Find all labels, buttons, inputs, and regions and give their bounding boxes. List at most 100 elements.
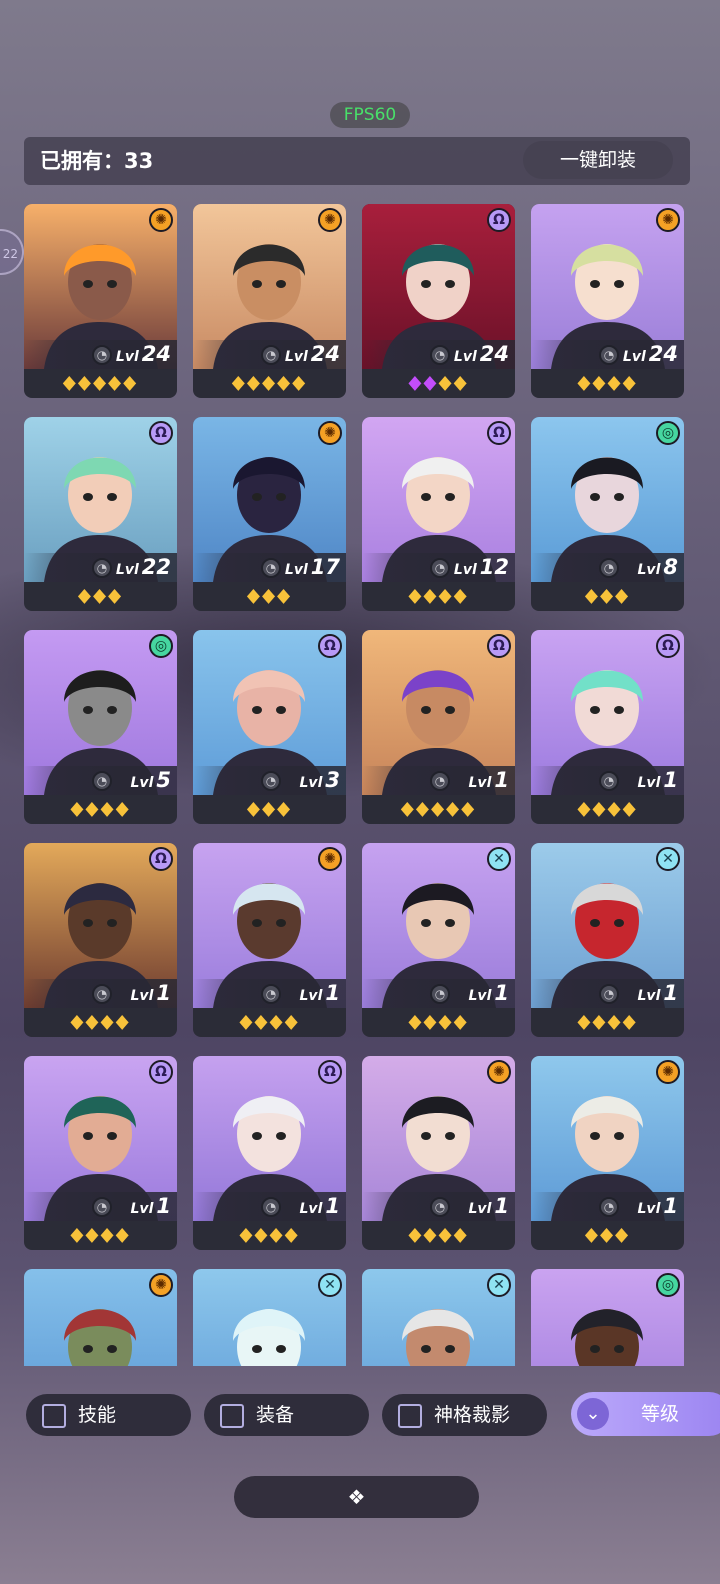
star-rating: ◆◆◆◆ xyxy=(531,370,684,397)
spiral-element-icon: ◎ xyxy=(656,1273,680,1297)
filter-skill-toggle[interactable]: 技能 xyxy=(26,1394,191,1436)
gold-gem-icon: ◆ xyxy=(100,797,116,821)
hero-card[interactable]: ✺ ◔ Lvl 24 ◆◆◆◆◆ xyxy=(193,204,346,398)
cross-element-icon: ✕ xyxy=(487,1273,511,1297)
gold-gem-icon: ◆ xyxy=(277,371,293,395)
hero-card[interactable]: Ω ◔ Lvl 1 ◆◆◆◆ xyxy=(24,843,177,1037)
checkbox-icon xyxy=(398,1404,422,1428)
hero-card[interactable]: ✕ xyxy=(193,1269,346,1366)
gold-gem-icon: ◆ xyxy=(70,1010,86,1034)
hero-card[interactable]: Ω ◔ Lvl 1 ◆◆◆◆ xyxy=(193,1056,346,1250)
diamond-cluster-icon: ❖ xyxy=(347,1485,366,1509)
unequip-all-button[interactable]: 一键卸装 xyxy=(523,141,673,179)
hero-card[interactable]: ✺ xyxy=(24,1269,177,1366)
gold-gem-icon: ◆ xyxy=(577,1010,593,1034)
equipment-slot-icon: ◔ xyxy=(261,345,281,365)
gold-gem-icon: ◆ xyxy=(446,797,462,821)
gold-gem-icon: ◆ xyxy=(453,1223,469,1247)
hero-level: Lvl 24 xyxy=(454,340,509,369)
sun-element-icon: ✺ xyxy=(656,208,680,232)
gold-gem-icon: ◆ xyxy=(622,797,638,821)
hero-card[interactable]: Ω ◔ Lvl 1 ◆◆◆◆ xyxy=(531,630,684,824)
gold-gem-icon: ◆ xyxy=(269,1223,285,1247)
hero-level: Lvl 3 xyxy=(300,766,340,795)
gold-gem-icon: ◆ xyxy=(607,1010,623,1034)
gold-gem-icon: ◆ xyxy=(123,371,139,395)
level-label: Lvl xyxy=(637,775,661,791)
gold-gem-icon: ◆ xyxy=(246,584,262,608)
filter-equipment-label: 装备 xyxy=(256,1404,295,1426)
omega-element-icon: Ω xyxy=(149,1060,173,1084)
gold-gem-icon: ◆ xyxy=(246,797,262,821)
gold-gem-icon: ◆ xyxy=(246,371,262,395)
collection-header: 已拥有：33 一键卸装 xyxy=(24,137,690,185)
gold-gem-icon: ◆ xyxy=(284,1010,300,1034)
hero-card[interactable]: ◎ xyxy=(531,1269,684,1366)
hero-card[interactable]: ✺ ◔ Lvl 1 ◆◆◆◆ xyxy=(193,843,346,1037)
hero-card[interactable]: ✺ ◔ Lvl 1 ◆◆◆◆ xyxy=(362,1056,515,1250)
hero-card[interactable]: ✕ ◔ Lvl 1 ◆◆◆◆ xyxy=(362,843,515,1037)
level-label: Lvl xyxy=(637,562,661,578)
gold-gem-icon: ◆ xyxy=(70,1223,86,1247)
hero-card[interactable]: ✺ ◔ Lvl 1 ◆◆◆ xyxy=(531,1056,684,1250)
filter-divinity-label: 神格裁影 xyxy=(434,1404,511,1426)
hero-card[interactable]: ◎ ◔ Lvl 8 ◆◆◆ xyxy=(531,417,684,611)
level-label: Lvl xyxy=(299,1201,323,1217)
hero-card[interactable]: Ω ◔ Lvl 22 ◆◆◆ xyxy=(24,417,177,611)
gold-gem-icon: ◆ xyxy=(108,584,124,608)
level-label: Lvl xyxy=(284,562,308,578)
gold-gem-icon: ◆ xyxy=(277,584,293,608)
equipment-slot-icon: ◔ xyxy=(92,1197,112,1217)
gold-gem-icon: ◆ xyxy=(62,371,78,395)
level-value: 1 xyxy=(325,1194,340,1218)
gold-gem-icon: ◆ xyxy=(92,584,109,608)
star-rating: ◆◆◆ xyxy=(24,583,177,610)
hero-card[interactable]: ✺ ◔ Lvl 24 ◆◆◆◆ xyxy=(531,204,684,398)
hero-card[interactable]: ◎ ◔ Lvl 5 ◆◆◆◆ xyxy=(24,630,177,824)
gold-gem-icon: ◆ xyxy=(239,1223,255,1247)
gold-gem-icon: ◆ xyxy=(438,371,454,395)
gold-gem-icon: ◆ xyxy=(430,797,447,821)
sort-by-level-button[interactable]: ⌄ 等级 xyxy=(571,1392,720,1436)
level-label: Lvl xyxy=(115,562,139,578)
hero-level: Lvl 24 xyxy=(285,340,340,369)
hero-card[interactable]: Ω ◔ Lvl 3 ◆◆◆ xyxy=(193,630,346,824)
gold-gem-icon: ◆ xyxy=(408,1010,424,1034)
level-value: 1 xyxy=(494,1194,509,1218)
purple-gem-icon: ◆ xyxy=(408,371,424,395)
gold-gem-icon: ◆ xyxy=(115,797,131,821)
star-rating: ◆◆◆◆ xyxy=(362,370,515,397)
gold-gem-icon: ◆ xyxy=(92,371,109,395)
equipment-slot-icon: ◔ xyxy=(430,984,450,1004)
hero-card[interactable]: ✕ ◔ Lvl 1 ◆◆◆◆ xyxy=(531,843,684,1037)
hero-card[interactable]: ✕ xyxy=(362,1269,515,1366)
collapse-button[interactable]: ❖ xyxy=(234,1476,479,1518)
level-value: 24 xyxy=(310,342,340,366)
hero-level: Lvl 1 xyxy=(638,1192,678,1221)
level-label: Lvl xyxy=(637,1201,661,1217)
gold-gem-icon: ◆ xyxy=(438,1010,454,1034)
hero-card[interactable]: Ω ◔ Lvl 24 ◆◆◆◆ xyxy=(362,204,515,398)
gold-gem-icon: ◆ xyxy=(438,1223,454,1247)
gold-gem-icon: ◆ xyxy=(108,371,124,395)
hero-card[interactable]: Ω ◔ Lvl 12 ◆◆◆◆ xyxy=(362,417,515,611)
hero-card[interactable]: Ω ◔ Lvl 1 ◆◆◆◆◆ xyxy=(362,630,515,824)
filter-divinity-toggle[interactable]: 神格裁影 xyxy=(382,1394,547,1436)
spiral-element-icon: ◎ xyxy=(149,634,173,658)
sun-element-icon: ✺ xyxy=(487,1060,511,1084)
filter-equipment-toggle[interactable]: 装备 xyxy=(204,1394,369,1436)
gold-gem-icon: ◆ xyxy=(77,584,93,608)
hero-level: Lvl 1 xyxy=(300,1192,340,1221)
hero-level: Lvl 5 xyxy=(131,766,171,795)
star-rating: ◆◆◆◆ xyxy=(531,796,684,823)
equipment-slot-icon: ◔ xyxy=(599,771,619,791)
hero-card[interactable]: ✺ ◔ Lvl 24 ◆◆◆◆◆ xyxy=(24,204,177,398)
hero-card[interactable]: ✺ ◔ Lvl 17 ◆◆◆ xyxy=(193,417,346,611)
gold-gem-icon: ◆ xyxy=(615,1223,631,1247)
level-label: Lvl xyxy=(622,349,646,365)
gold-gem-icon: ◆ xyxy=(85,797,101,821)
level-label: Lvl xyxy=(115,349,139,365)
hero-card[interactable]: Ω ◔ Lvl 1 ◆◆◆◆ xyxy=(24,1056,177,1250)
side-tab[interactable]: 22 xyxy=(0,229,24,275)
level-value: 1 xyxy=(494,981,509,1005)
